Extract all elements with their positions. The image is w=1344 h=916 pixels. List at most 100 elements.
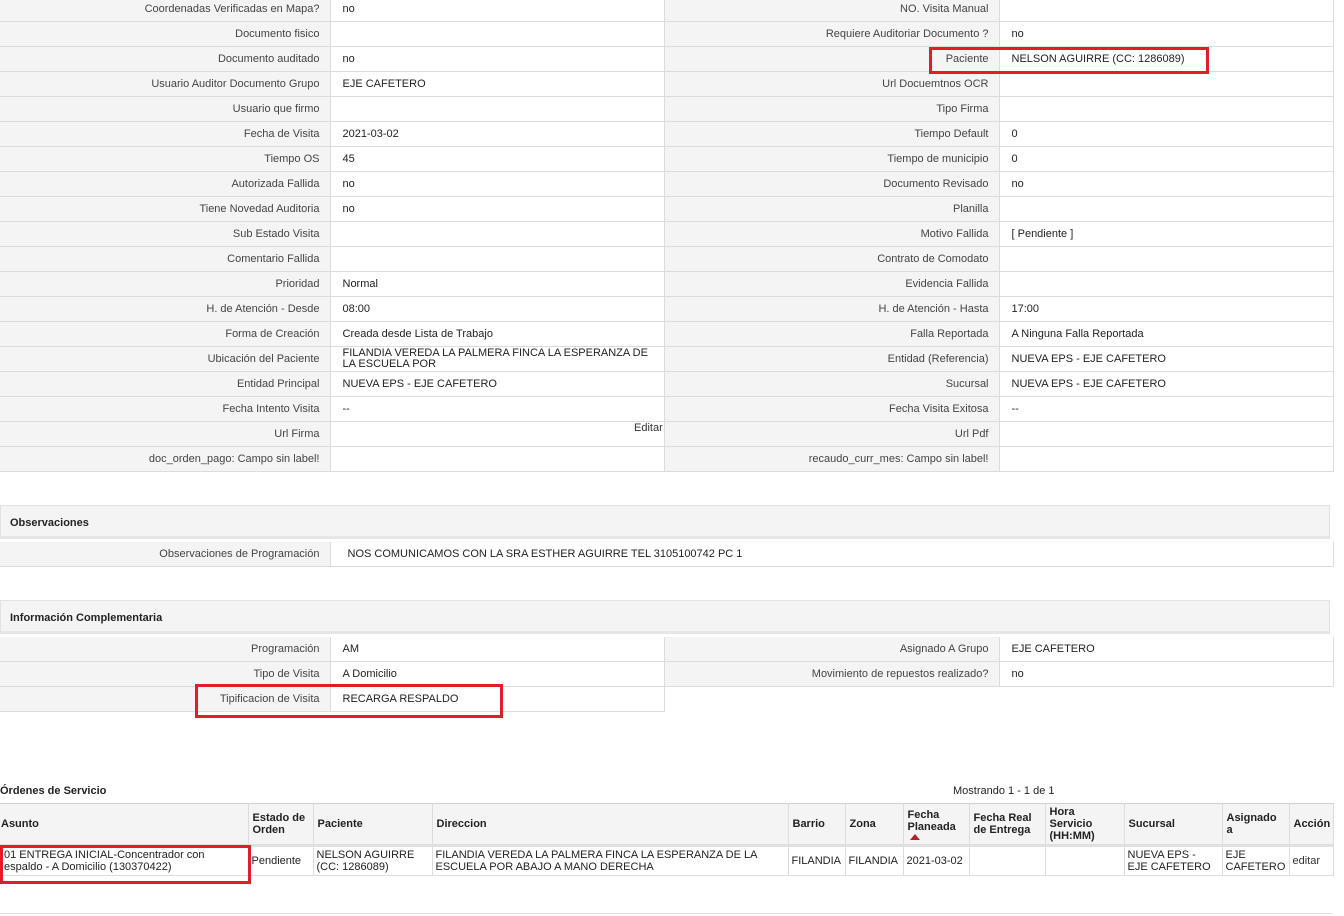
detail-label-left: Url Firma: [0, 421, 331, 447]
detail-label-left: Forma de Creación: [0, 321, 331, 347]
detail-value-left: 2021-03-02: [330, 121, 665, 147]
observaciones-title: Observaciones: [10, 517, 89, 529]
detail-value-left: NUEVA EPS - EJE CAFETERO: [330, 371, 665, 397]
col-direccion[interactable]: Direccion: [432, 803, 789, 847]
order-sucursal: NUEVA EPS - EJE CAFETERO: [1124, 845, 1223, 876]
observaciones-row: Observaciones de Programación NOS COMUNI…: [0, 542, 1334, 567]
col-fecha-real[interactable]: Fecha Real de Entrega: [969, 803, 1046, 847]
detail-label-left: Usuario Auditor Documento Grupo: [0, 71, 331, 97]
detail-value-left: EJE CAFETERO: [330, 71, 665, 97]
col-estado[interactable]: Estado de Orden: [248, 803, 314, 847]
tipificacion-row: Tipificacion de Visita RECARGA RESPALDO: [0, 687, 665, 712]
observaciones-grid: Observaciones de Programación NOS COMUNI…: [0, 542, 1334, 567]
detail-value-right: A Ninguna Falla Reportada: [999, 321, 1334, 347]
order-paciente: NELSON AGUIRRE (CC: 1286089): [313, 845, 433, 876]
detail-label-right: recaudo_curr_mes: Campo sin label!: [664, 446, 1000, 472]
detail-value-right: --: [999, 396, 1334, 422]
detail-value-left: [330, 221, 665, 247]
visit-detail-grid: Coordenadas Verificadas en Mapa? no NO. Vi…: [0, 0, 1334, 472]
info-value-right: no: [999, 661, 1334, 687]
detail-value-right: [999, 196, 1334, 222]
detail-value-right: no: [999, 21, 1334, 47]
detail-label-left: Documento fisico: [0, 21, 331, 47]
detail-row: H. de Atención - Desde 08:00 H. de Atenció…: [0, 296, 1334, 322]
detail-label-left: Autorizada Fallida: [0, 171, 331, 197]
detail-value-left: 45: [330, 146, 665, 172]
detail-row: Comentario Fallida Contrato de Comodato: [0, 246, 1334, 272]
detail-row: Documento auditado no Paciente NELSON AGUIR…: [0, 46, 1334, 72]
detail-value-left: no: [330, 46, 665, 72]
detail-value-left: [330, 21, 665, 47]
detail-label-left: Coordenadas Verificadas en Mapa?: [0, 0, 331, 22]
detail-label-left: Sub Estado Visita: [0, 221, 331, 247]
detail-row: Fecha Intento Visita -- Fecha Visita Exito…: [0, 396, 1334, 422]
detail-label-right: Contrato de Comodato: [664, 246, 1000, 272]
col-hora-servicio[interactable]: Hora Servicio (HH:MM): [1045, 803, 1125, 847]
detail-label-right: Url Docuemtnos OCR: [664, 71, 1000, 97]
detail-label-right: Url Pdf: [664, 421, 1000, 447]
detail-value-right: [999, 271, 1334, 297]
detail-label-left: Tiempo OS: [0, 146, 331, 172]
detail-row: Usuario que firmo Tipo Firma: [0, 96, 1334, 122]
detail-value-right: [999, 0, 1334, 22]
info-row: Tipo de Visita A Domicilio Movimiento de r…: [0, 661, 1334, 687]
detail-label-left: Fecha de Visita: [0, 121, 331, 147]
detail-value-left: Normal: [330, 271, 665, 297]
info-complementaria-title: Información Complementaria: [10, 612, 163, 624]
detail-row: Ubicación del Paciente FILANDIA VEREDA LA…: [0, 346, 1334, 372]
order-asignado: EJE CAFETERO: [1222, 845, 1290, 876]
col-zona[interactable]: Zona: [845, 803, 904, 847]
info-label-right: Asignado A Grupo: [664, 637, 1000, 662]
orders-table: Asunto Estado de Orden Paciente Direccio…: [0, 803, 1334, 876]
detail-row: Usuario Auditor Documento Grupo EJE CAFET…: [0, 71, 1334, 97]
detail-label-right: NO. Visita Manual: [664, 0, 1000, 22]
detail-label-right: H. de Atención - Hasta: [664, 296, 1000, 322]
detail-row: Fecha de Visita 2021-03-02 Tiempo Default 0: [0, 121, 1334, 147]
tipificacion-label: Tipificacion de Visita: [0, 687, 331, 712]
info-complementaria-header: Información Complementaria: [0, 600, 1330, 634]
detail-label-right: Documento Revisado: [664, 171, 1000, 197]
col-sucursal[interactable]: Sucursal: [1124, 803, 1223, 847]
detail-value-right: [999, 71, 1334, 97]
footer-divider: [0, 913, 1333, 914]
tipificacion-grid: Tipificacion de Visita RECARGA RESPALDO: [0, 687, 665, 712]
detail-value-left: 08:00: [330, 296, 665, 322]
orders-title: Órdenes de Servicio: [0, 785, 107, 797]
detail-row: Prioridad Normal Evidencia Fallida: [0, 271, 1334, 297]
detail-value-right: NUEVA EPS - EJE CAFETERO: [999, 346, 1334, 372]
detail-label-right: Planilla: [664, 196, 1000, 222]
col-barrio[interactable]: Barrio: [788, 803, 846, 847]
order-fecha-planeada: 2021-03-02: [903, 845, 970, 876]
detail-label-right: Fecha Visita Exitosa: [664, 396, 1000, 422]
col-accion: Acción: [1289, 803, 1334, 847]
detail-row: doc_orden_pago: Campo sin label! recaudo_…: [0, 446, 1334, 472]
detail-label-right: Paciente: [664, 46, 1000, 72]
detail-label-right: Tiempo de municipio: [664, 146, 1000, 172]
col-asunto[interactable]: Asunto: [0, 803, 249, 847]
col-asignado[interactable]: Asignado a: [1222, 803, 1290, 847]
col-fecha-planeada[interactable]: Fecha Planeada: [903, 803, 970, 847]
detail-row: Documento fisico Requiere Auditoriar Docu…: [0, 21, 1334, 47]
order-editar-link[interactable]: editar: [1289, 845, 1334, 876]
detail-value-right: [999, 96, 1334, 122]
orders-count: Mostrando 1 - 1 de 1: [953, 785, 1055, 797]
detail-value-left: [330, 96, 665, 122]
detail-label-left: Usuario que firmo: [0, 96, 331, 122]
detail-value-left: [330, 446, 665, 472]
col-paciente[interactable]: Paciente: [313, 803, 433, 847]
detail-row: Url Firma Url Pdf: [0, 421, 1334, 447]
detail-label-left: H. de Atención - Desde: [0, 296, 331, 322]
detail-label-right: Tipo Firma: [664, 96, 1000, 122]
detail-label-left: Entidad Principal: [0, 371, 331, 397]
detail-value-right: 17:00: [999, 296, 1334, 322]
detail-label-right: Tiempo Default: [664, 121, 1000, 147]
tipificacion-value: RECARGA RESPALDO: [330, 687, 665, 712]
detail-row: Coordenadas Verificadas en Mapa? no NO. Vi…: [0, 0, 1334, 22]
edit-firma-link[interactable]: Editar: [634, 422, 663, 434]
detail-label-left: Ubicación del Paciente: [0, 346, 331, 372]
order-asunto: 01 ENTREGA INICIAL-Concentrador con espa…: [0, 845, 249, 876]
detail-value-right: 0: [999, 121, 1334, 147]
table-row: 01 ENTREGA INICIAL-Concentrador con espa…: [0, 845, 1334, 876]
detail-label-left: Prioridad: [0, 271, 331, 297]
info-label-left: Programación: [0, 637, 331, 662]
